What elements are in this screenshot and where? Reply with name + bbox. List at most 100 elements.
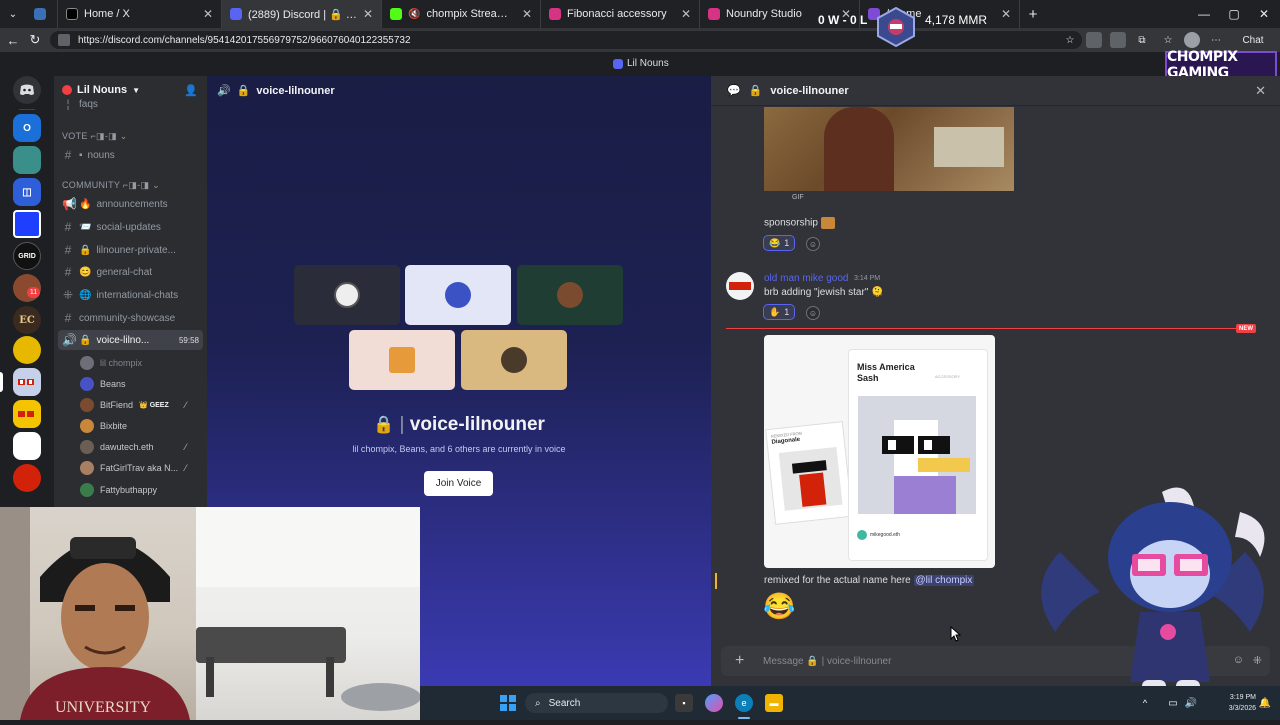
image-attachment[interactable]: REMIXED FROM Diagonale Miss America Sash… — [764, 335, 995, 568]
server-icon-outlook[interactable]: O — [13, 114, 41, 142]
channel-voice-lilnouner[interactable]: 🔊 🔒 voice-lilno... 59:58 — [58, 330, 203, 350]
server-icon-red-green[interactable] — [13, 432, 41, 460]
message-timestamp: 3:14 PM — [854, 275, 881, 282]
channel-lilnouner-private[interactable]: # 🔒 lilnouner-private... — [58, 240, 203, 260]
extension-icon[interactable] — [1086, 32, 1102, 48]
server-icon-gold[interactable] — [13, 336, 41, 364]
close-chat-icon[interactable]: ✕ — [1255, 83, 1266, 99]
channel-community-showcase[interactable]: # community-showcase — [58, 308, 203, 328]
server-icon-blue[interactable]: ◫ — [13, 178, 41, 206]
site-info-icon[interactable] — [58, 34, 70, 46]
close-tab-icon[interactable]: ✕ — [681, 7, 691, 21]
close-tab-icon[interactable]: ✕ — [522, 7, 532, 21]
participant-tile[interactable] — [405, 265, 511, 325]
start-menu-icon[interactable] — [499, 694, 517, 712]
server-badge-icon — [62, 85, 72, 95]
reaction-laughing[interactable]: 😂 1 — [763, 235, 796, 251]
close-window-icon[interactable]: ✕ — [1248, 0, 1280, 28]
taskbar-clock[interactable]: 3:19 PM 3/3/2026 — [1210, 692, 1256, 714]
tab-fibonacci-accessory[interactable]: Fibonacci accessory ✕ — [541, 0, 700, 28]
channel-announcements[interactable]: 📢 🔥 announcements — [58, 194, 203, 214]
server-icon-grid[interactable]: GRID — [13, 242, 41, 270]
channel-international-chats[interactable]: ⁜ 🌐 international-chats — [58, 285, 203, 305]
taskbar-search[interactable]: ⌕ Search — [525, 693, 668, 713]
avatar[interactable] — [726, 272, 754, 300]
chibi-mascot-overlay — [1030, 482, 1275, 720]
server-icon-map[interactable] — [13, 146, 41, 174]
gif-embed[interactable] — [764, 107, 1014, 191]
volume-icon[interactable]: 🔊 — [1182, 694, 1200, 712]
copilot-icon[interactable] — [705, 694, 723, 712]
avatar — [334, 282, 360, 308]
favorites-icon[interactable]: ☆ — [1160, 32, 1176, 48]
notification-icon[interactable]: 🔔 — [1256, 694, 1274, 712]
server-icon-lil-nouns[interactable] — [13, 368, 41, 396]
voice-user[interactable]: Bixbite — [80, 417, 127, 435]
join-voice-button[interactable]: Join Voice — [424, 471, 493, 496]
task-view-icon[interactable]: ▪ — [675, 694, 693, 712]
channel-social-updates[interactable]: # 📨 social-updates — [58, 217, 203, 237]
speaker-icon: 🔊 — [62, 333, 77, 347]
category-community[interactable]: COMMUNITY ⌐◨-◨ ⌄ — [62, 180, 160, 191]
voice-user[interactable]: BitFiend 👑 GEEZ — [80, 396, 169, 414]
server-icon-square[interactable] — [13, 210, 41, 238]
new-tab-icon[interactable]: + — [1020, 3, 1046, 25]
tab-chompix-stream[interactable]: 🔇 chompix Stream - Watch Live ✕ — [382, 0, 541, 28]
close-tab-icon[interactable]: ✕ — [1001, 7, 1011, 21]
add-reaction-icon[interactable]: ☺ — [806, 306, 820, 320]
voice-user[interactable]: Fattybuthappy — [80, 481, 157, 499]
profile-avatar-icon[interactable] — [1184, 32, 1200, 48]
minimize-icon[interactable]: — — [1188, 0, 1220, 28]
user-mention[interactable]: @lil chompix — [913, 575, 975, 586]
speaker-muted-icon[interactable]: 🔇 — [408, 9, 420, 20]
participant-tile[interactable] — [294, 265, 400, 325]
extension-icon[interactable] — [1110, 32, 1126, 48]
back-icon[interactable]: ← — [2, 29, 24, 51]
voice-user[interactable]: dawutech.eth — [80, 438, 154, 456]
voice-user[interactable]: lil chompix — [80, 354, 142, 372]
server-name-header[interactable]: Lil Nouns ▼ — [62, 84, 140, 96]
message-text: remixed for the actual name here @lil ch… — [764, 575, 975, 586]
address-bar[interactable]: https://discord.com/channels/95414201755… — [50, 31, 1082, 49]
voice-user[interactable]: FatGirlTrav aka N... — [80, 459, 178, 477]
voice-user[interactable]: Beans — [80, 375, 126, 393]
discord-home-icon[interactable] — [13, 76, 41, 104]
bookmark-star-icon[interactable]: ☆ — [1062, 32, 1078, 48]
network-icon[interactable]: ▭ — [1164, 694, 1182, 712]
deafened-icon: ⁄ — [185, 442, 187, 452]
maximize-icon[interactable]: ▢ — [1218, 0, 1250, 28]
noundry-favicon-icon — [708, 8, 720, 20]
tab-discord[interactable]: (2889) Discord | 🔒 | voice-lilnoun ✕ — [222, 0, 382, 28]
invite-people-icon[interactable]: 👤 — [184, 84, 198, 97]
message-author[interactable]: old man mike good — [764, 273, 849, 284]
server-icon-ec[interactable]: EC — [13, 306, 41, 334]
category-vote[interactable]: VOTE ⌐◨-◨ ⌄ — [62, 131, 128, 142]
edge-browser-icon[interactable]: e — [735, 694, 753, 712]
participant-tile[interactable] — [349, 330, 455, 390]
add-reaction-icon[interactable]: ☺ — [806, 237, 820, 251]
selected-server-pill — [0, 372, 3, 392]
close-tab-icon[interactable]: ✕ — [203, 7, 213, 21]
reaction-raised-hand[interactable]: ✋ 1 — [763, 304, 796, 320]
reload-icon[interactable]: ↻ — [24, 29, 46, 51]
server-icon-red[interactable] — [13, 464, 41, 492]
server-icon-nouns[interactable] — [13, 400, 41, 428]
participant-tile[interactable] — [517, 265, 623, 325]
channel-faqs[interactable]: ¦ faqs — [58, 98, 203, 110]
add-attachment-icon[interactable]: + — [735, 652, 744, 670]
puzzle-icon[interactable]: ⧉ — [1134, 32, 1150, 48]
more-menu-icon[interactable]: ⋯ — [1208, 32, 1224, 48]
tab-home-x[interactable]: Home / X ✕ — [58, 0, 222, 28]
copilot-chat-button[interactable]: Chat — [1233, 32, 1273, 48]
tab-list-icon[interactable]: ⌄ — [0, 3, 26, 25]
pinned-tab[interactable] — [26, 0, 58, 28]
channel-nouns[interactable]: # ▪ nouns — [58, 145, 203, 165]
channel-general-chat[interactable]: # 😊 general-chat — [58, 262, 203, 282]
remix-source-preview — [778, 446, 843, 511]
emoji-icon: 📨 — [79, 221, 92, 233]
avatar — [445, 282, 471, 308]
close-tab-icon[interactable]: ✕ — [363, 7, 373, 21]
participant-tile[interactable] — [461, 330, 567, 390]
tray-overflow-icon[interactable]: ^ — [1136, 694, 1154, 712]
file-explorer-icon[interactable]: ▬ — [765, 694, 783, 712]
